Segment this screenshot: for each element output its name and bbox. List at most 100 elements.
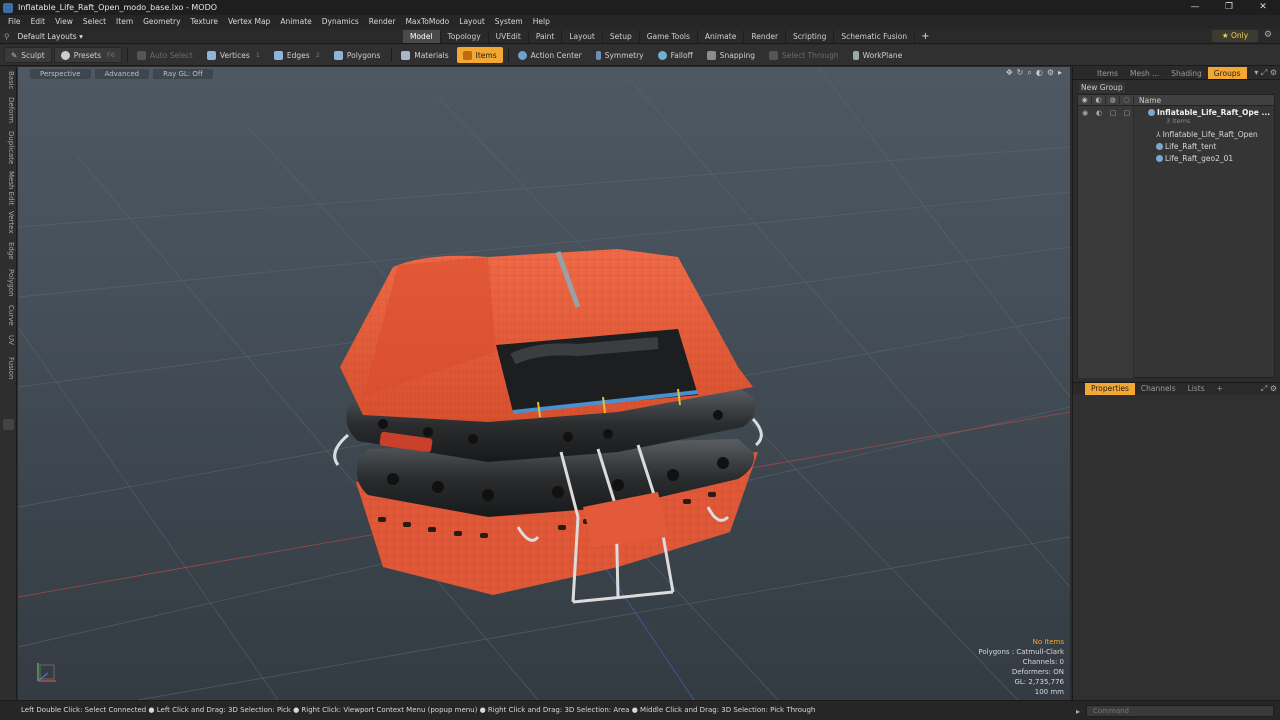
tab-setup[interactable]: Setup [603,30,640,43]
polygons-button[interactable]: Polygons [328,47,386,63]
menu-help[interactable]: Help [528,15,555,29]
tab-uvedit[interactable]: UVEdit [489,30,529,43]
edges-button[interactable]: Edges 2 [268,47,326,63]
strip-tab-curve[interactable]: Curve [2,305,15,326]
pin-icon: ⚲ [4,32,10,41]
maximize-button[interactable]: ❐ [1212,0,1246,15]
menu-animate[interactable]: Animate [275,15,316,29]
lock-icon[interactable]: ◍ [1106,96,1120,104]
snapping-button[interactable]: Snapping [701,47,761,63]
row-visibility-icon[interactable]: ◉ [1078,109,1092,117]
tab-schematic-fusion[interactable]: Schematic Fusion [834,30,916,43]
properties-tabs: Properties Channels Lists + ⤢ ⚙ [1073,382,1280,395]
tab-game-tools[interactable]: Game Tools [640,30,698,43]
props-panel-controls-icon[interactable]: ⤢ ⚙ [1261,384,1277,394]
title-bar: Inflatable_Life_Raft_Open_modo_base.lxo … [0,0,1280,15]
menu-item[interactable]: Item [111,15,138,29]
items-button[interactable]: Items [456,47,503,63]
child-name-1: Inflatable_Life_Raft_Open [1162,130,1258,139]
row-select-icon[interactable]: ▢ [1120,109,1134,117]
add-props-tab-button[interactable]: + [1211,383,1229,395]
command-input[interactable] [1086,705,1275,717]
panel-expand-icon[interactable]: ▾ ⤢ ⚙ [1254,68,1277,78]
tree-row-child[interactable]: Life_Raft_geo2_01 [1078,153,1276,164]
menu-render[interactable]: Render [364,15,401,29]
tab-scripting[interactable]: Scripting [786,30,835,43]
sculpt-button[interactable]: ✎ Sculpt [4,47,52,63]
menu-texture[interactable]: Texture [186,15,223,29]
menu-geometry[interactable]: Geometry [138,15,185,29]
strip-tab-duplicate[interactable]: Duplicate [2,131,15,164]
viewport-info-overlay: No Items Polygons : Catmull-Clark Channe… [978,637,1064,697]
tab-items[interactable]: Items [1091,67,1124,79]
strip-tab-edge[interactable]: Edge [2,242,15,260]
strip-tab-vertex[interactable]: Vertex [2,211,15,234]
symmetry-button[interactable]: Symmetry [590,47,650,63]
only-toggle-button[interactable]: ★ Only [1212,30,1258,42]
tab-lists[interactable]: Lists [1182,383,1211,395]
minimize-button[interactable]: — [1178,0,1212,15]
child-name-3: Life_Raft_geo2_01 [1165,154,1234,163]
strip-expand-button[interactable] [3,419,14,430]
menu-file[interactable]: File [3,15,26,29]
falloff-button[interactable]: Falloff [652,47,699,63]
toolbar-divider [507,48,509,62]
tab-model[interactable]: Model [403,30,441,43]
materials-label: Materials [414,50,449,60]
menu-system[interactable]: System [490,15,528,29]
command-history-icon[interactable]: ▸ [1076,707,1080,716]
select-icon[interactable]: ◌ [1120,96,1134,104]
tab-mesh[interactable]: Mesh ... [1124,67,1165,79]
new-group-button[interactable]: New Group [1079,82,1125,93]
gear-icon[interactable]: ⚙ [1264,30,1272,40]
tree-row-root[interactable]: ◉ ◐ ▢ ▢ Inflatable_Life_Raft_Ope ... 3 I… [1078,107,1276,125]
close-button[interactable]: ✕ [1246,0,1280,15]
tab-animate[interactable]: Animate [698,30,745,43]
menu-maxtomodo[interactable]: MaxToModo [400,15,454,29]
tab-shading[interactable]: Shading [1165,67,1207,79]
tab-groups[interactable]: Groups [1207,67,1247,79]
tree-row-child[interactable]: Life_Raft_tent [1078,141,1276,152]
strip-tab-basic[interactable]: Basic [2,71,15,90]
add-tab-button[interactable]: + [915,30,935,43]
materials-button[interactable]: Materials [395,47,454,63]
materials-icon [401,50,411,60]
strip-tab-uv[interactable]: UV [2,335,15,345]
symmetry-icon [595,50,601,60]
tab-properties[interactable]: Properties [1085,383,1135,395]
tree-row-child[interactable]: ⅄ Inflatable_Life_Raft_Open [1078,129,1276,140]
menu-vertex-map[interactable]: Vertex Map [223,15,275,29]
auto-select-button[interactable]: Auto Select [131,47,199,63]
row-lock-icon[interactable]: ▢ [1106,109,1120,117]
layout-dropdown[interactable]: ⚲ Default Layouts ▾ [4,30,83,43]
mesh-icon [1156,155,1163,162]
vertices-button[interactable]: Vertices 1 [201,47,266,63]
action-center-label: Action Center [530,50,582,60]
3d-viewport[interactable]: Perspective Advanced Ray GL: Off ✥ ↻ ⌕ ◐… [18,67,1070,700]
select-through-button[interactable]: Select Through [763,47,845,63]
menu-dynamics[interactable]: Dynamics [317,15,364,29]
strip-tab-polygon[interactable]: Polygon [2,269,15,297]
tab-paint[interactable]: Paint [529,30,563,43]
row-render-icon[interactable]: ◐ [1092,109,1106,117]
eye-icon[interactable]: ◉ [1078,96,1092,104]
action-center-button[interactable]: Action Center [512,47,588,63]
strip-tab-deform[interactable]: Deform [2,97,15,123]
render-icon[interactable]: ◐ [1092,96,1106,104]
menu-layout[interactable]: Layout [454,15,490,29]
tab-channels[interactable]: Channels [1135,383,1182,395]
name-column-header[interactable]: Name [1134,96,1161,105]
menu-select[interactable]: Select [78,15,111,29]
tab-layout[interactable]: Layout [562,30,603,43]
strip-tab-mesh-edit[interactable]: Mesh Edit [2,171,15,205]
auto-select-label: Auto Select [149,50,193,60]
menu-view[interactable]: View [50,15,78,29]
edges-label: Edges [286,50,310,60]
menu-edit[interactable]: Edit [26,15,51,29]
strip-tab-fusion[interactable]: Fusion [2,357,15,379]
workplane-button[interactable]: WorkPlane [847,47,909,63]
tab-render[interactable]: Render [744,30,787,43]
presets-button[interactable]: Presets F6 [53,47,122,63]
tab-topology[interactable]: Topology [441,30,489,43]
tool-palette-strip: Basic Deform Duplicate Mesh Edit Vertex … [0,67,17,700]
